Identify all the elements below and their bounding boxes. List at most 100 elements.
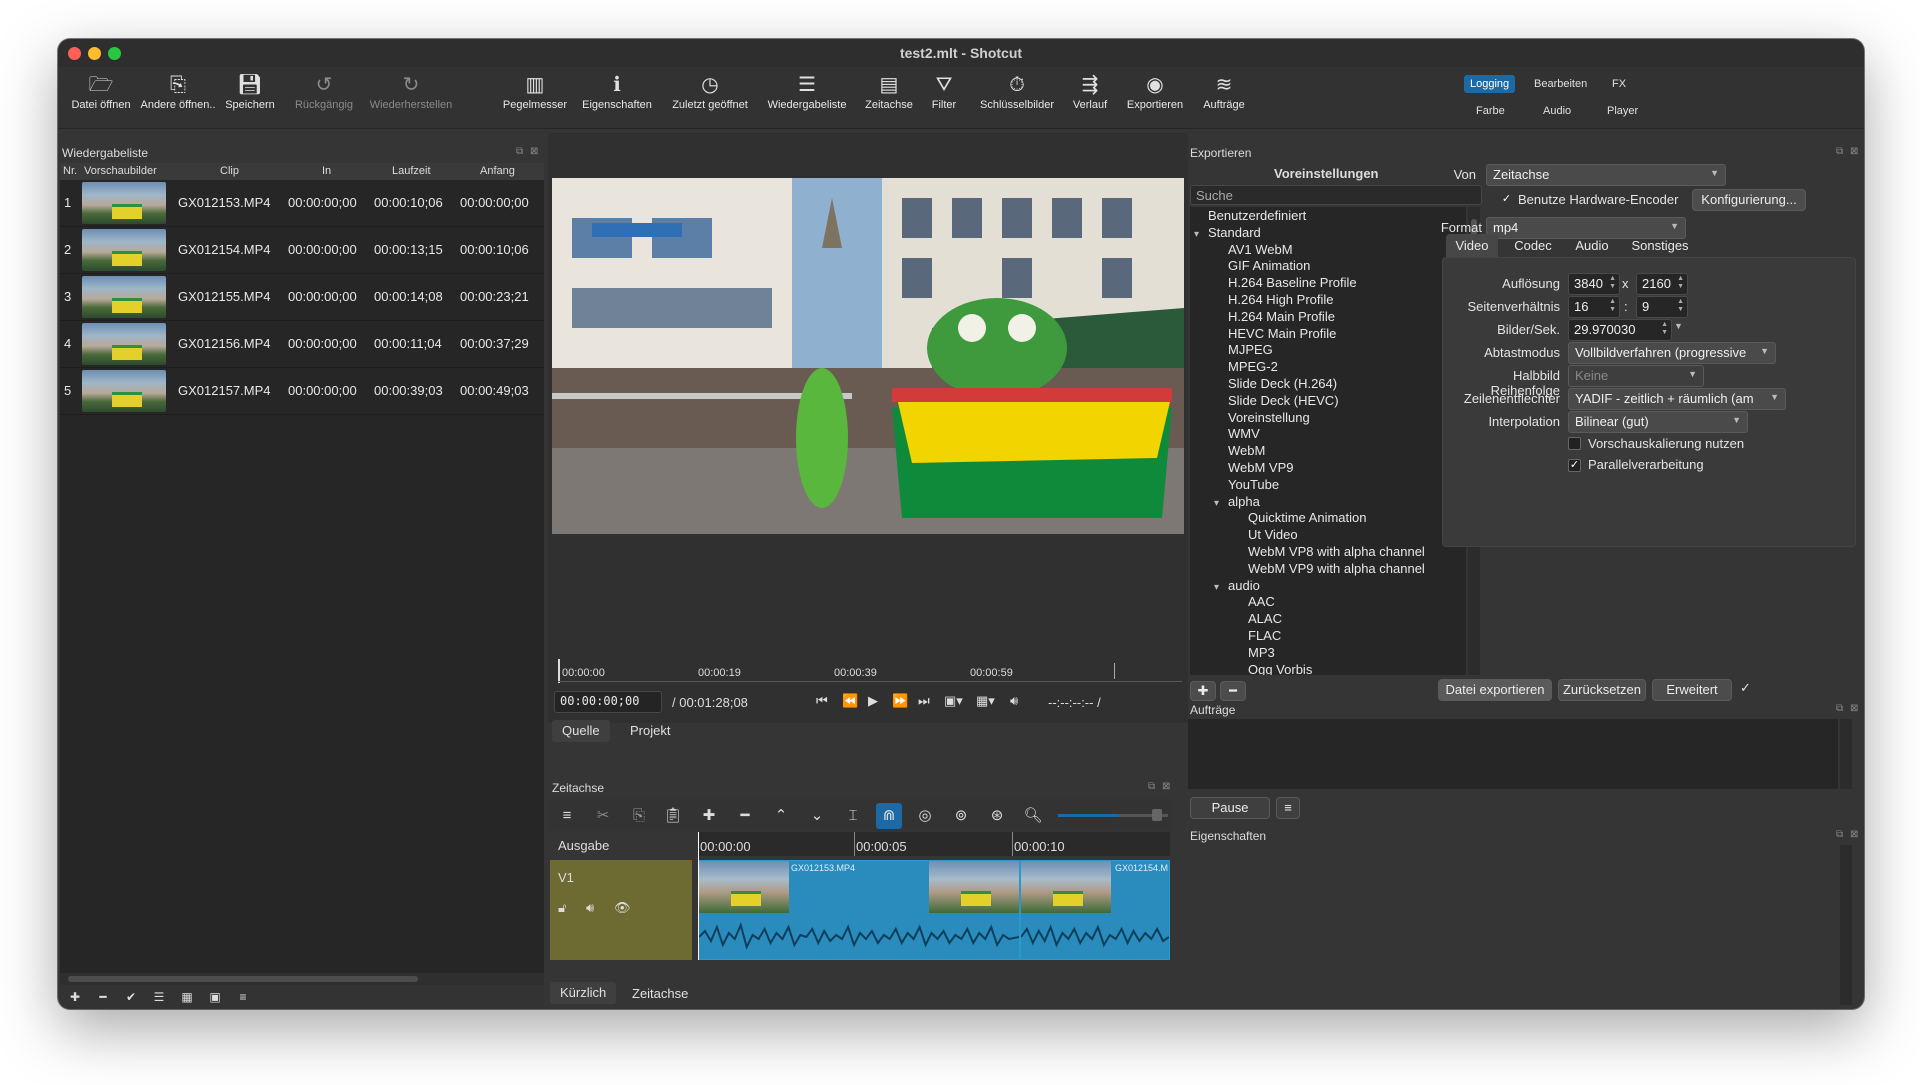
height-input[interactable]: 2160 ▲ ▼ (1636, 273, 1688, 295)
timeline-clip[interactable]: GX012154.M (1020, 860, 1170, 960)
tab-source[interactable]: Quelle (552, 720, 610, 742)
tree-arrow-icon[interactable]: ▾ (1194, 229, 1208, 240)
mute-icon[interactable]: 🔊︎ (586, 900, 594, 916)
close-panel-icon[interactable]: ⊠ (1850, 829, 1858, 840)
preset-item[interactable]: ▾ alpha (1214, 494, 1260, 509)
parallel-checkbox[interactable]: ✓ (1568, 459, 1581, 472)
rewind-icon[interactable]: ⏪ (842, 693, 858, 709)
undock-icon[interactable]: ⧉ (1148, 781, 1155, 792)
export-button[interactable]: ◉ Exportieren (1118, 71, 1192, 125)
preset-item[interactable]: ALAC (1234, 611, 1282, 626)
append-icon[interactable]: ✚ (696, 803, 722, 829)
preset-item[interactable]: ▾ Standard (1194, 225, 1261, 240)
advanced-check-icon[interactable]: ✓ (1740, 680, 1751, 696)
configure-button[interactable]: Konfigurierung... (1692, 189, 1806, 211)
preset-item[interactable]: WebM VP9 (1214, 460, 1294, 475)
preset-item[interactable]: H.264 High Profile (1214, 292, 1334, 307)
layout-bearbeiten[interactable]: Bearbeiten (1528, 75, 1593, 93)
preset-item[interactable]: H.264 Baseline Profile (1214, 275, 1357, 290)
history-button[interactable]: ⇶ Verlauf (1064, 71, 1116, 125)
tab-codec[interactable]: Codec (1502, 234, 1564, 257)
menu-icon[interactable]: ≡ (230, 988, 256, 1006)
hw-encoder-checkbox[interactable]: ✓ (1500, 194, 1513, 207)
preset-item[interactable]: Quicktime Animation (1234, 510, 1367, 525)
player-ruler[interactable]: 00:00:00 00:00:19 00:00:39 00:00:59 (558, 659, 1182, 689)
tab-timeline[interactable]: Zeitachse (622, 983, 698, 1005)
tab-project[interactable]: Projekt (620, 720, 680, 742)
add-preset-icon[interactable]: ✚ (1190, 681, 1216, 701)
add-icon[interactable]: ✚ (62, 988, 88, 1006)
filter-button[interactable]: ⛛ Filter (924, 71, 964, 125)
preset-item[interactable]: AAC (1234, 594, 1275, 609)
interpolation-combobox[interactable]: Bilinear (gut) ▼ (1568, 411, 1748, 433)
preset-item[interactable]: Slide Deck (H.264) (1214, 376, 1337, 391)
playlist-button[interactable]: ☰ Wiedergabeliste (762, 71, 852, 125)
tab-audio[interactable]: Audio (1566, 234, 1618, 257)
cut-icon[interactable]: ✂ (590, 803, 616, 829)
preset-item[interactable]: AV1 WebM (1214, 242, 1293, 257)
undo-button[interactable]: ↺ Rückgängig (286, 71, 362, 125)
preset-item[interactable]: Slide Deck (HEVC) (1214, 393, 1339, 408)
preview-scaling-checkbox[interactable] (1568, 437, 1581, 450)
preset-item[interactable]: WebM (1214, 443, 1265, 458)
from-combobox[interactable]: Zeitachse ▼ (1486, 164, 1726, 186)
table-row[interactable]: 5 GX012157.MP4 00:00:00;00 00:00:39;03 00:00… (60, 368, 544, 415)
preset-item[interactable]: ▾ audio (1214, 578, 1260, 593)
timeline-playhead[interactable] (698, 832, 699, 960)
close-panel-icon[interactable]: ⊠ (1850, 146, 1858, 157)
zoom-slider[interactable] (1058, 814, 1118, 817)
table-row[interactable]: 2 GX012154.MP4 00:00:00;00 00:00:13;15 00:00… (60, 227, 544, 274)
redo-button[interactable]: ↻ Wiederherstellen (362, 71, 460, 125)
save-button[interactable]: 💾︎ Speichern (218, 71, 282, 125)
skip-previous-icon[interactable]: ⏮ (816, 693, 828, 709)
scan-mode-combobox[interactable]: Vollbildverfahren (progressive ▼ (1568, 342, 1776, 364)
fast-forward-icon[interactable]: ⏩ (892, 693, 908, 709)
snap-icon[interactable]: ⋒ (876, 803, 902, 829)
deinterlacer-combobox[interactable]: YADIF - zeitlich + räumlich (am ▼ (1568, 388, 1786, 410)
tab-other[interactable]: Sonstiges (1620, 234, 1700, 257)
close-panel-icon[interactable]: ⊠ (1850, 703, 1858, 714)
layout-player[interactable]: Player (1601, 102, 1644, 120)
properties-button[interactable]: ℹ Eigenschaften (576, 71, 658, 125)
preset-item[interactable]: Voreinstellung (1214, 410, 1310, 425)
properties-scrollbar[interactable] (1840, 845, 1852, 1005)
preset-item[interactable]: HEVC Main Profile (1214, 326, 1336, 341)
pause-button[interactable]: Pause (1190, 797, 1270, 819)
undock-icon[interactable]: ⧉ (1836, 829, 1843, 840)
remove-preset-icon[interactable]: ━ (1220, 681, 1246, 701)
check-icon[interactable]: ✔ (118, 988, 144, 1006)
layout-audio[interactable]: Audio (1537, 102, 1577, 120)
tab-recent[interactable]: Kürzlich (550, 982, 617, 1004)
advanced-button[interactable]: Erweitert (1652, 679, 1732, 701)
playhead[interactable] (558, 659, 560, 683)
scrub-icon[interactable]: ◎ (912, 803, 938, 829)
track-header-v1[interactable]: V1 🔓︎ 🔊︎ 👁︎ (550, 860, 692, 960)
preset-item[interactable]: FLAC (1234, 628, 1281, 643)
layout-logging[interactable]: Logging (1464, 75, 1516, 93)
playlist-hscrollbar[interactable] (60, 973, 544, 985)
timeline-button[interactable]: ▤ Zeitachse (856, 71, 922, 125)
fps-dropdown-icon[interactable]: ▼ (1674, 321, 1683, 331)
aspect-height-input[interactable]: 9 ▲ ▼ (1636, 296, 1688, 318)
layout-farbe[interactable]: Farbe (1470, 102, 1511, 120)
preset-item[interactable]: Ogg Vorbis (1234, 662, 1312, 675)
preset-item[interactable]: WebM VP9 with alpha channel (1234, 561, 1425, 576)
width-input[interactable]: 3840 ▲ ▼ (1568, 273, 1620, 295)
timeline-ruler[interactable]: 00:00:00 00:00:05 00:00:10 (698, 832, 1170, 856)
table-row[interactable]: 1 GX012153.MP4 00:00:00;00 00:00:10;06 00:00… (60, 180, 544, 227)
reset-button[interactable]: Zurücksetzen (1558, 679, 1646, 701)
preset-item[interactable]: Benutzerdefiniert (1194, 208, 1306, 223)
jobs-scrollbar[interactable] (1840, 719, 1852, 789)
tree-arrow-icon[interactable]: ▾ (1214, 498, 1228, 509)
field-order-combobox[interactable]: Keine ▼ (1568, 365, 1704, 387)
preset-item[interactable]: MJPEG (1214, 342, 1273, 357)
minimize-window-button[interactable] (88, 47, 101, 60)
preset-item[interactable]: WebM VP8 with alpha channel (1234, 544, 1425, 559)
zoom-out-icon[interactable]: 🔍︎ (1020, 803, 1046, 829)
overwrite-icon[interactable]: ⌄ (804, 803, 830, 829)
ripple-all-icon[interactable]: ⊛ (984, 803, 1010, 829)
lift-icon[interactable]: ⌃ (768, 803, 794, 829)
zoom-window-button[interactable] (108, 47, 121, 60)
table-row[interactable]: 3 GX012155.MP4 00:00:00;00 00:00:14;08 00:00… (60, 274, 544, 321)
export-file-button[interactable]: Datei exportieren (1438, 679, 1552, 701)
